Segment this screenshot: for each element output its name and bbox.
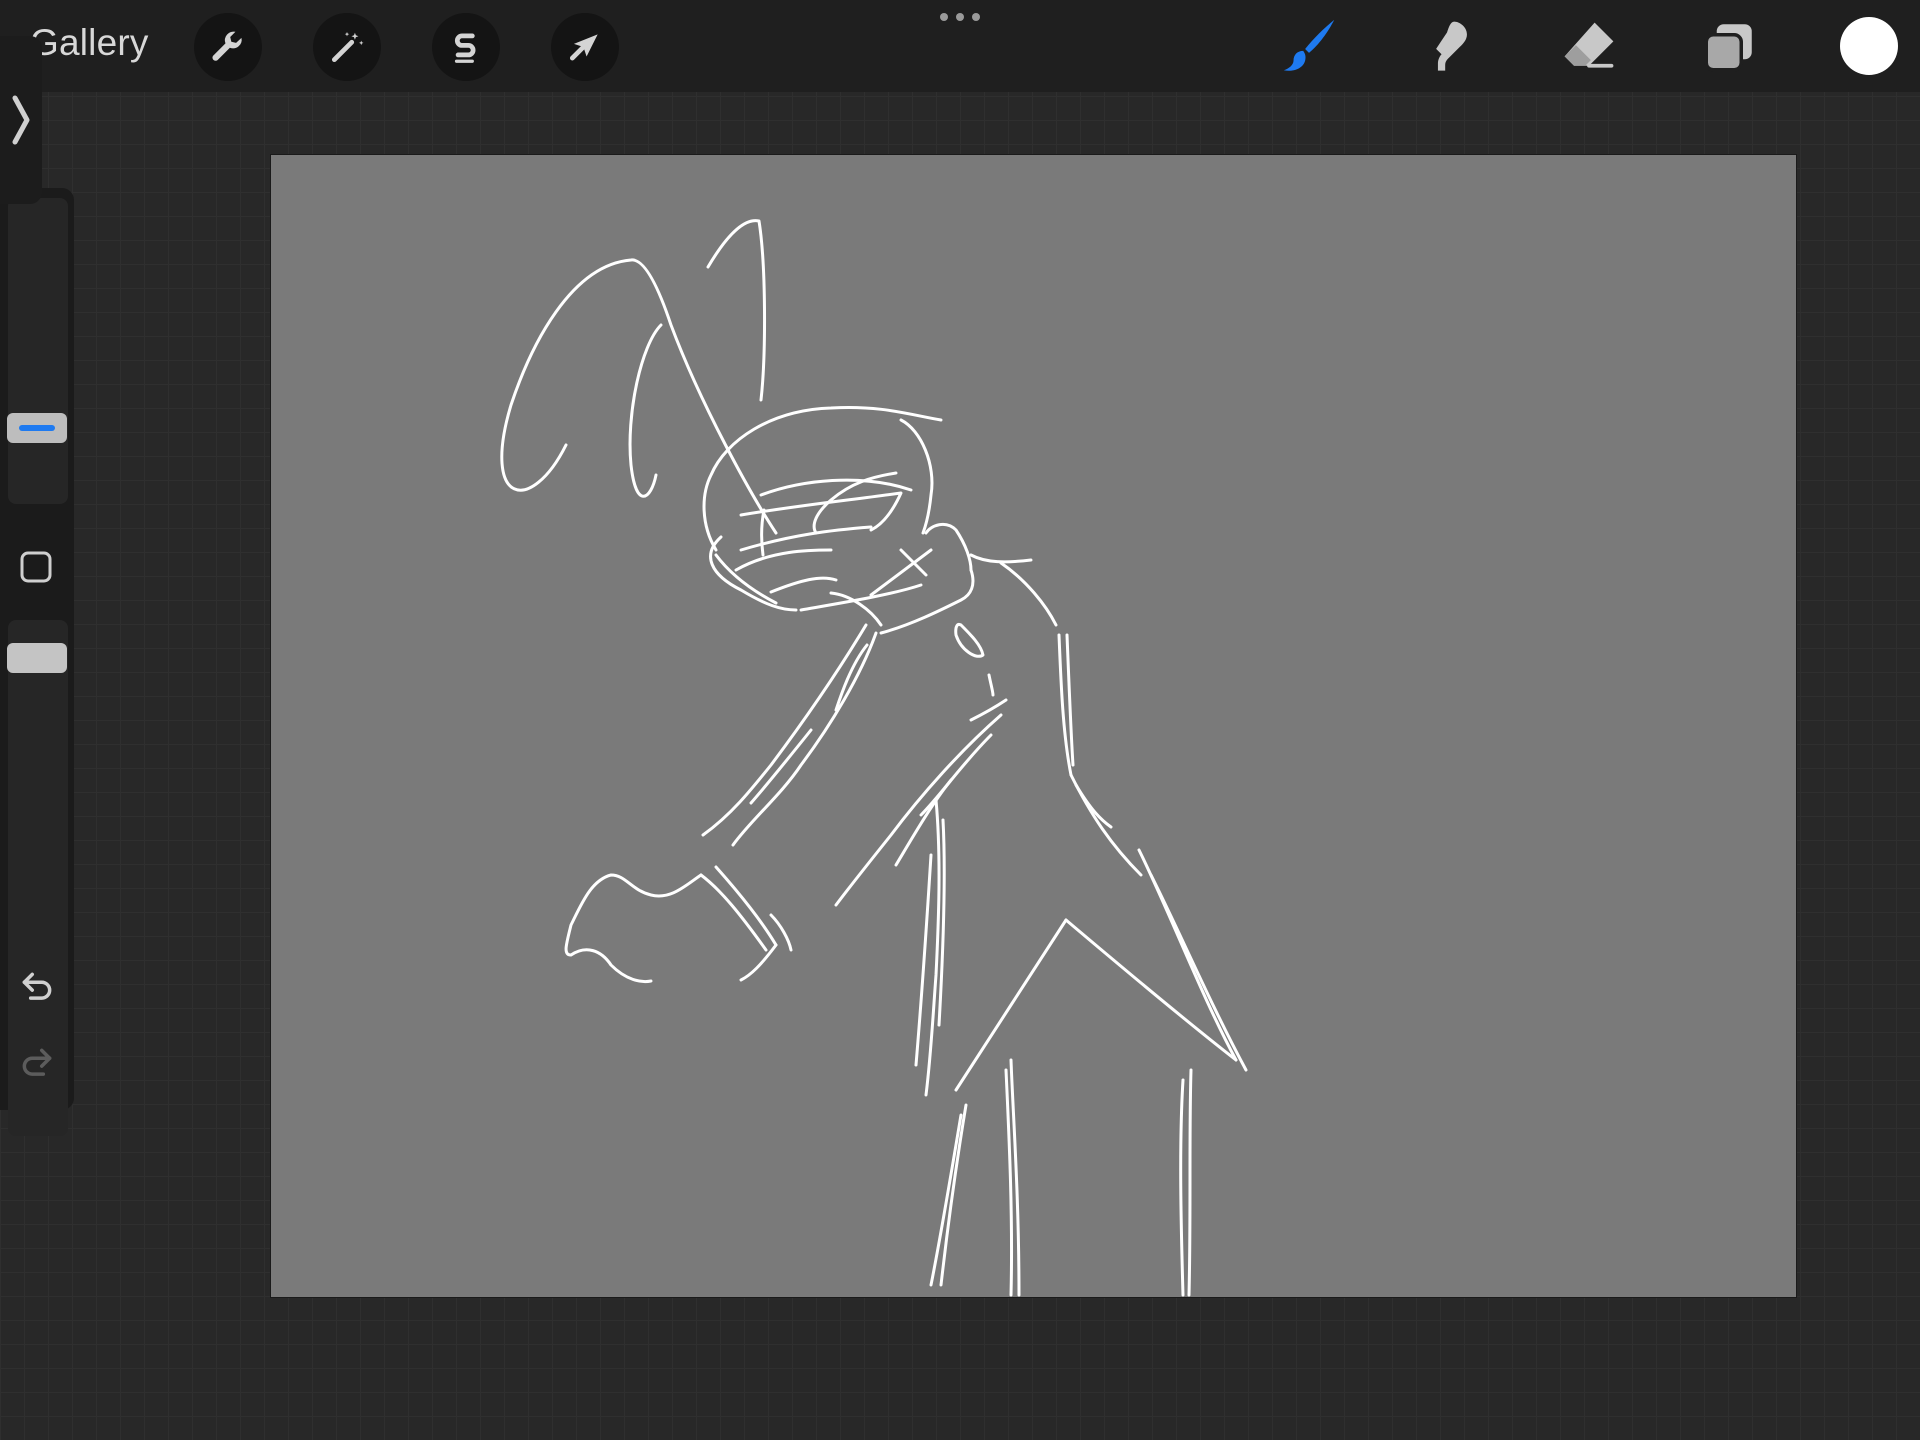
selection-s-icon xyxy=(454,33,476,63)
brush-tool-button[interactable] xyxy=(1276,14,1342,80)
eraser-icon xyxy=(1564,22,1614,68)
smudge-tool-button[interactable] xyxy=(1414,14,1480,80)
undo-icon[interactable] xyxy=(18,968,56,1006)
square-modify-icon[interactable] xyxy=(20,551,52,583)
sketch-drawing xyxy=(500,219,1248,1297)
eraser-tool-button[interactable] xyxy=(1556,14,1622,80)
gallery-button[interactable]: Gallery xyxy=(30,22,149,64)
top-toolbar: Gallery xyxy=(0,0,1920,92)
brush-icon xyxy=(1283,19,1335,71)
drawing-canvas[interactable] xyxy=(271,155,1796,1297)
brush-size-slider[interactable] xyxy=(8,198,68,504)
adjustments-button[interactable] xyxy=(313,13,381,81)
magic-wand-icon xyxy=(331,31,364,63)
color-picker-button[interactable] xyxy=(1840,17,1898,75)
chevron-right-icon xyxy=(12,95,30,145)
actions-button[interactable] xyxy=(194,13,262,81)
layers-icon xyxy=(1704,24,1752,72)
more-options-icon[interactable] xyxy=(937,10,983,24)
smudge-finger-icon xyxy=(1436,21,1467,71)
brush-size-indicator xyxy=(19,425,55,431)
brush-size-thumb[interactable] xyxy=(7,413,67,443)
arrow-cursor-icon xyxy=(569,34,598,61)
transform-button[interactable] xyxy=(551,13,619,81)
layers-button[interactable] xyxy=(1696,14,1762,80)
brush-opacity-thumb[interactable] xyxy=(7,643,67,673)
sidebar-collapse-tab[interactable] xyxy=(0,36,42,204)
redo-icon[interactable] xyxy=(18,1044,56,1082)
wrench-icon xyxy=(212,31,242,61)
procreate-workspace: Gallery xyxy=(0,0,1920,1440)
selection-button[interactable] xyxy=(432,13,500,81)
